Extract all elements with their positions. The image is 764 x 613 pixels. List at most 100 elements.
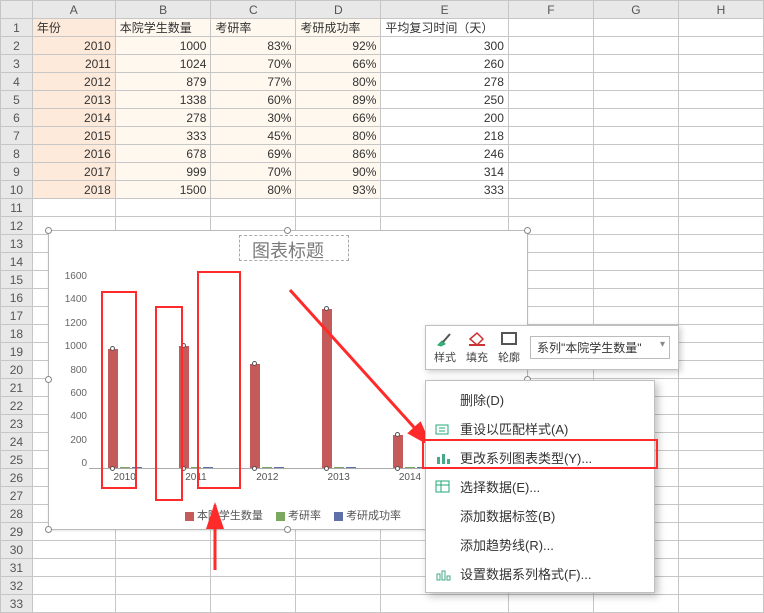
- cell[interactable]: [381, 199, 509, 217]
- cell[interactable]: [678, 19, 763, 37]
- row-header[interactable]: 26: [1, 469, 33, 487]
- row-header[interactable]: 30: [1, 541, 33, 559]
- resize-handle[interactable]: [45, 526, 52, 533]
- cell[interactable]: [593, 19, 678, 37]
- bar[interactable]: [322, 309, 332, 468]
- cell[interactable]: [678, 55, 763, 73]
- cell[interactable]: 年份: [32, 19, 115, 37]
- cell[interactable]: [593, 181, 678, 199]
- cell[interactable]: [211, 559, 296, 577]
- cell[interactable]: [678, 577, 763, 595]
- row-header[interactable]: 8: [1, 145, 33, 163]
- bar[interactable]: [203, 467, 213, 468]
- cell[interactable]: 2012: [32, 73, 115, 91]
- resize-handle[interactable]: [45, 376, 52, 383]
- cell[interactable]: [211, 541, 296, 559]
- row-header[interactable]: 1: [1, 19, 33, 37]
- series-selector-dropdown[interactable]: 系列"本院学生数量": [530, 336, 670, 359]
- cell[interactable]: [678, 451, 763, 469]
- cell[interactable]: [115, 199, 211, 217]
- cell[interactable]: 考研成功率: [296, 19, 381, 37]
- cell[interactable]: [296, 199, 381, 217]
- bar[interactable]: [334, 467, 344, 468]
- cell[interactable]: [678, 253, 763, 271]
- cell[interactable]: [115, 559, 211, 577]
- cell[interactable]: [678, 523, 763, 541]
- cell[interactable]: [678, 217, 763, 235]
- cell[interactable]: 678: [115, 145, 211, 163]
- row-header[interactable]: 31: [1, 559, 33, 577]
- cell[interactable]: 80%: [296, 127, 381, 145]
- row-header[interactable]: 16: [1, 289, 33, 307]
- cell[interactable]: [508, 19, 593, 37]
- table-row[interactable]: 8201667869%86%246: [1, 145, 764, 163]
- row-header[interactable]: 14: [1, 253, 33, 271]
- bar-group[interactable]: 2010: [101, 349, 149, 468]
- cell[interactable]: 200: [381, 109, 509, 127]
- col-A[interactable]: A: [32, 1, 115, 19]
- table-row[interactable]: 33: [1, 595, 764, 613]
- cell[interactable]: [593, 55, 678, 73]
- cell[interactable]: [593, 109, 678, 127]
- cell[interactable]: 250: [381, 91, 509, 109]
- table-row[interactable]: 11: [1, 199, 764, 217]
- cell[interactable]: [678, 541, 763, 559]
- cell[interactable]: [32, 541, 115, 559]
- cell[interactable]: 246: [381, 145, 509, 163]
- row-header[interactable]: 29: [1, 523, 33, 541]
- bar[interactable]: [250, 364, 260, 468]
- row-header[interactable]: 28: [1, 505, 33, 523]
- cell[interactable]: 2015: [32, 127, 115, 145]
- cell[interactable]: [32, 199, 115, 217]
- cell[interactable]: 1024: [115, 55, 211, 73]
- cell[interactable]: [508, 109, 593, 127]
- bar[interactable]: [191, 467, 201, 468]
- cell[interactable]: [678, 559, 763, 577]
- cell[interactable]: [32, 577, 115, 595]
- row-header[interactable]: 25: [1, 451, 33, 469]
- cell[interactable]: 90%: [296, 163, 381, 181]
- cell[interactable]: [593, 127, 678, 145]
- cell[interactable]: [678, 199, 763, 217]
- cell[interactable]: [678, 235, 763, 253]
- cell[interactable]: [593, 199, 678, 217]
- cell[interactable]: [508, 199, 593, 217]
- row-header[interactable]: 24: [1, 433, 33, 451]
- resize-handle[interactable]: [45, 227, 52, 234]
- resize-handle[interactable]: [284, 227, 291, 234]
- cell[interactable]: 92%: [296, 37, 381, 55]
- row-header[interactable]: 12: [1, 217, 33, 235]
- row-header[interactable]: 23: [1, 415, 33, 433]
- cell[interactable]: [508, 55, 593, 73]
- table-row[interactable]: 1年份本院学生数量考研率考研成功率平均复习时间（天）: [1, 19, 764, 37]
- cell[interactable]: [593, 145, 678, 163]
- cell[interactable]: [593, 235, 678, 253]
- col-B[interactable]: B: [115, 1, 211, 19]
- cell[interactable]: 879: [115, 73, 211, 91]
- cell[interactable]: [508, 181, 593, 199]
- cell[interactable]: 45%: [211, 127, 296, 145]
- cell[interactable]: [678, 433, 763, 451]
- cell[interactable]: [508, 145, 593, 163]
- cell[interactable]: [678, 361, 763, 379]
- cell[interactable]: 2013: [32, 91, 115, 109]
- cell[interactable]: [593, 271, 678, 289]
- cell[interactable]: [593, 73, 678, 91]
- col-G[interactable]: G: [593, 1, 678, 19]
- cell[interactable]: 69%: [211, 145, 296, 163]
- cell[interactable]: [678, 325, 763, 343]
- cell[interactable]: 89%: [296, 91, 381, 109]
- bar[interactable]: [405, 467, 415, 468]
- cell[interactable]: [678, 343, 763, 361]
- ctx-add-data-labels[interactable]: 添加数据标签(B): [426, 501, 654, 530]
- bar[interactable]: [262, 467, 272, 468]
- row-header[interactable]: 27: [1, 487, 33, 505]
- cell[interactable]: 83%: [211, 37, 296, 55]
- table-row[interactable]: 7201533345%80%218: [1, 127, 764, 145]
- col-E[interactable]: E: [381, 1, 509, 19]
- ctx-reset-style[interactable]: 重设以匹配样式(A): [426, 414, 654, 443]
- cell[interactable]: [593, 91, 678, 109]
- table-row[interactable]: 102018150080%93%333: [1, 181, 764, 199]
- cell[interactable]: 218: [381, 127, 509, 145]
- bar[interactable]: [132, 467, 142, 468]
